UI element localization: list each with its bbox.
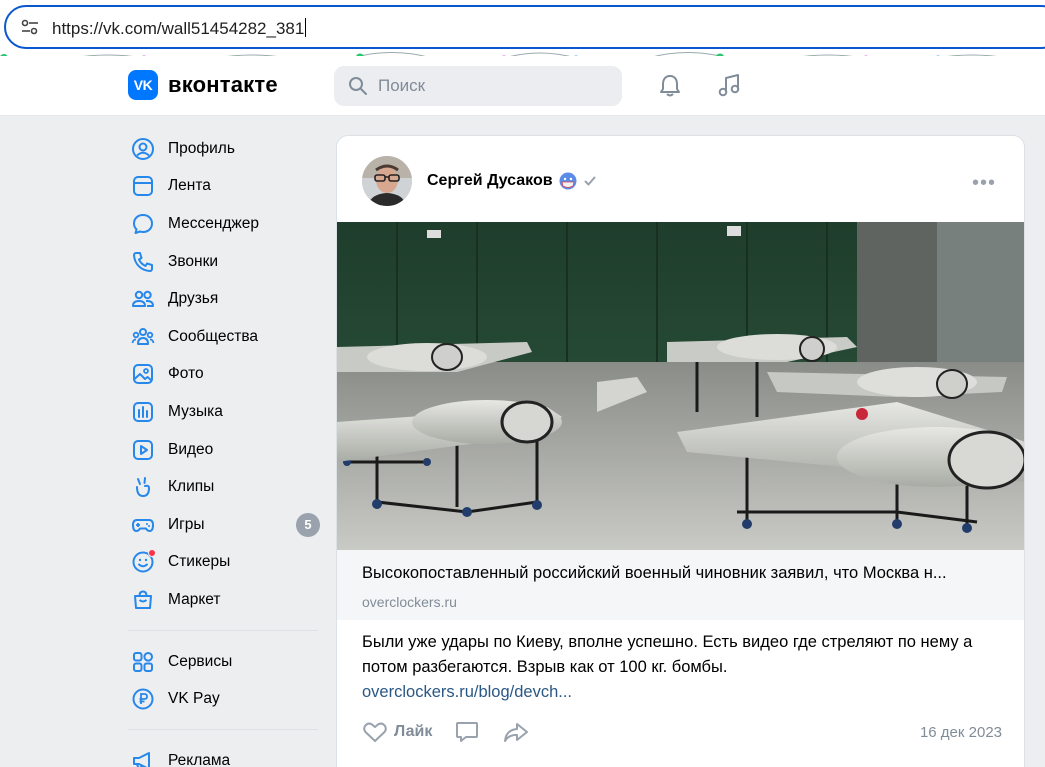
heart-icon: [363, 722, 387, 742]
search-field[interactable]: Поиск: [334, 66, 622, 106]
sidebar-item-label: Игры: [168, 515, 205, 533]
games-count-badge: 5: [296, 512, 320, 537]
sidebar-item-photo[interactable]: Фото: [128, 356, 320, 394]
sidebar-item-label: Профиль: [168, 139, 235, 157]
address-bar[interactable]: https://vk.com/wall51454282_381: [4, 5, 1045, 49]
post-date[interactable]: 16 дек 2023: [920, 724, 1002, 741]
megaphone-icon: [130, 748, 156, 767]
sidebar-item-market[interactable]: Маркет: [128, 581, 320, 619]
author-name[interactable]: Сергей Дусаков: [427, 172, 597, 190]
sidebar-item-video[interactable]: Видео: [128, 431, 320, 469]
sidebar-item-label: VK Pay: [168, 690, 220, 708]
profile-icon: [130, 136, 156, 162]
sidebar-item-label: Стикеры: [168, 553, 231, 571]
sidebar-item-label: Видео: [168, 440, 214, 458]
friends-icon: [130, 286, 156, 312]
search-icon: [349, 77, 367, 95]
sidebar-item-stickers[interactable]: Стикеры: [128, 544, 320, 582]
vk-logo-text: вконтакте: [168, 72, 278, 97]
like-label: Лайк: [394, 723, 433, 740]
sidebar-item-vkpay[interactable]: VK Pay: [128, 680, 320, 718]
sidebar-item-label: Звонки: [168, 252, 219, 270]
author-name-text: Сергей Дусаков: [427, 172, 553, 189]
share-icon: [504, 723, 529, 742]
photo-icon: [130, 361, 156, 387]
sidebar-item-services[interactable]: Сервисы: [128, 643, 320, 681]
author-avatar[interactable]: [362, 156, 412, 206]
verified-check-icon: [584, 176, 596, 186]
communities-icon: [130, 324, 156, 350]
sidebar-item-communities[interactable]: Сообщества: [128, 318, 320, 356]
vkpay-icon: [130, 686, 156, 712]
like-button[interactable]: Лайк: [362, 720, 432, 744]
music-icon[interactable]: [716, 72, 744, 100]
browser-toolbar: https://vk.com/wall51454282_381: [0, 0, 1045, 56]
sidebar-divider: [128, 629, 318, 631]
left-sidebar: Профиль Лента Мессенджер Звонки Друзья С…: [128, 130, 320, 767]
sidebar-item-label: Фото: [168, 365, 204, 383]
post-image[interactable]: [337, 222, 1025, 550]
share-button[interactable]: [502, 720, 530, 744]
site-settings-icon[interactable]: [20, 19, 40, 35]
search-placeholder: Поиск: [378, 76, 426, 95]
sidebar-item-label: Клипы: [168, 478, 215, 496]
vk-logo[interactable]: VK вконтакте: [128, 70, 278, 100]
sidebar-item-label: Мессенджер: [168, 214, 260, 232]
medical-mask-emoji-icon: [559, 172, 577, 190]
sidebar-item-label: Маркет: [168, 590, 221, 608]
feed-icon: [130, 173, 156, 199]
vk-logo-mark: VK: [128, 70, 158, 100]
sidebar-item-label: Друзья: [168, 290, 219, 308]
music-icon: [130, 399, 156, 425]
post-text: Были уже удары по Киеву, вполне успешно.…: [362, 630, 1002, 705]
more-options-icon[interactable]: •••: [972, 172, 996, 195]
comment-button[interactable]: [454, 720, 480, 744]
phone-icon: [130, 249, 156, 275]
games-icon: [130, 512, 156, 538]
services-icon: [130, 649, 156, 675]
comment-icon: [456, 722, 479, 742]
post-text-link[interactable]: overclockers.ru/blog/devch...: [362, 683, 572, 701]
sidebar-item-label: Сервисы: [168, 652, 233, 670]
sidebar-item-clips[interactable]: Клипы: [128, 468, 320, 506]
url-text[interactable]: https://vk.com/wall51454282_381: [52, 18, 307, 39]
sidebar-item-music[interactable]: Музыка: [128, 393, 320, 431]
sidebar-item-friends[interactable]: Друзья: [128, 280, 320, 318]
link-title[interactable]: Высокопоставленный российский военный чи…: [362, 564, 1007, 583]
sidebar-item-calls[interactable]: Звонки: [128, 243, 320, 281]
sidebar-divider: [128, 728, 318, 730]
bell-icon[interactable]: [656, 72, 684, 100]
sidebar-item-feed[interactable]: Лента: [128, 168, 320, 206]
sidebar-item-label: Реклама: [168, 751, 231, 767]
sidebar-item-label: Музыка: [168, 402, 223, 420]
sidebar-item-games[interactable]: Игры 5: [128, 506, 320, 544]
link-preview[interactable]: Высокопоставленный российский военный чи…: [337, 550, 1024, 620]
stickers-icon: [130, 549, 156, 575]
sidebar-item-profile[interactable]: Профиль: [128, 130, 320, 168]
clips-icon: [130, 474, 156, 500]
market-icon: [130, 587, 156, 613]
post-actions: Лайк 16 дек 2023: [362, 716, 1002, 748]
messenger-icon: [130, 211, 156, 237]
vk-header: VK вконтакте Поиск: [0, 56, 1045, 116]
link-domain: overclockers.ru: [362, 594, 457, 610]
post-text-body: Были уже удары по Киеву, вполне успешно.…: [362, 633, 973, 676]
video-icon: [130, 437, 156, 463]
wall-post: Сергей Дусаков ••• Высокопоставленный ро…: [336, 135, 1025, 767]
sidebar-item-ads[interactable]: Реклама: [128, 742, 320, 767]
sidebar-item-label: Сообщества: [168, 327, 259, 345]
sidebar-item-label: Лента: [168, 177, 211, 195]
sidebar-item-messenger[interactable]: Мессенджер: [128, 205, 320, 243]
